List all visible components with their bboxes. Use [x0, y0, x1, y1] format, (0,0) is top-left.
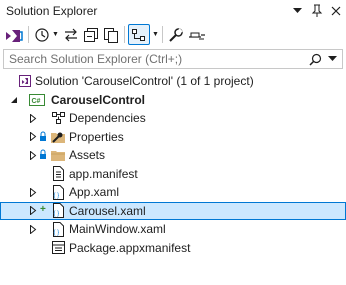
toolbar-separator	[28, 26, 29, 43]
tree-item-label: Carousel.xaml	[69, 203, 146, 218]
search-icons	[309, 53, 342, 66]
svg-text:{ }: { }	[54, 193, 60, 199]
xaml-file-icon: { }	[50, 203, 66, 219]
dropdown-menu-button[interactable]	[289, 2, 306, 19]
title-bar: Solution Explorer	[0, 0, 346, 22]
svg-text:{ }: { }	[54, 211, 60, 217]
dependencies-icon	[50, 110, 66, 126]
tree-item-label: MainWindow.xaml	[69, 222, 166, 237]
chevron-down-icon[interactable]	[328, 56, 337, 62]
pending-changes-button[interactable]	[186, 24, 208, 45]
lock-icon	[39, 149, 47, 163]
appxmanifest-file-icon	[50, 240, 66, 256]
search-box	[3, 49, 343, 69]
switch-views-button[interactable]	[3, 24, 25, 45]
xaml-file-icon: { }	[50, 184, 66, 200]
collapsed-arrow-icon[interactable]	[28, 150, 38, 160]
tree-row-app-xaml[interactable]: { } App.xaml	[0, 183, 346, 202]
chevron-down-icon[interactable]: ▼	[152, 31, 159, 38]
tree-row-assets[interactable]: Assets	[0, 146, 346, 165]
pending-changes-icon	[188, 32, 205, 39]
xaml-file-icon: { }	[50, 221, 66, 237]
manifest-file-icon	[50, 166, 66, 182]
history-icon	[35, 27, 49, 42]
solution-explorer-panel: Solution Explorer ▼ ▼ Search Solution Ex…	[0, 0, 346, 285]
svg-text:{ }: { }	[54, 230, 60, 236]
close-icon	[331, 6, 340, 15]
collapse-all-button[interactable]	[81, 24, 101, 45]
toolbar-separator	[123, 26, 125, 43]
collapsed-arrow-icon[interactable]	[28, 224, 38, 234]
solution-tree: Solution 'CarouselControl' (1 of 1 proje…	[0, 72, 346, 257]
properties-wrench-icon	[169, 27, 183, 42]
collapsed-arrow-icon[interactable]	[28, 113, 38, 123]
chevron-down-icon	[293, 7, 302, 13]
tree-row-solution[interactable]: Solution 'CarouselControl' (1 of 1 proje…	[0, 72, 346, 91]
toolbar-separator	[161, 26, 163, 43]
history-button[interactable]: ▼	[32, 24, 61, 45]
show-all-files-button[interactable]	[101, 24, 121, 45]
tree-row-app-manifest[interactable]: app.manifest	[0, 165, 346, 184]
csharp-project-icon: C#	[29, 92, 45, 108]
tree-item-label: Package.appxmanifest	[69, 240, 191, 255]
collapsed-arrow-icon[interactable]	[28, 187, 38, 197]
pin-icon	[311, 4, 322, 17]
pin-button[interactable]	[308, 2, 325, 19]
tree-row-properties[interactable]: Properties	[0, 128, 346, 147]
tree-item-label: Dependencies	[69, 111, 146, 126]
close-button[interactable]	[327, 2, 344, 19]
preview-selected-icon	[131, 28, 145, 41]
window-title: Solution Explorer	[6, 4, 98, 18]
solution-label: Solution 'CarouselControl' (1 of 1 proje…	[35, 74, 254, 89]
toolbar: ▼ ▼	[0, 22, 346, 47]
tree-row-carousel-xaml[interactable]: + { } Carousel.xaml	[0, 201, 346, 220]
preview-selected-items-button[interactable]	[127, 24, 150, 45]
sync-button[interactable]	[61, 24, 81, 45]
collapsed-arrow-icon[interactable]	[28, 206, 38, 216]
project-label: CarouselControl	[51, 92, 146, 107]
tree-item-label: Properties	[69, 129, 124, 144]
solution-icon	[17, 73, 33, 89]
vs-switch-views-icon	[6, 29, 23, 42]
expanded-arrow-icon[interactable]	[9, 95, 19, 105]
title-buttons	[289, 2, 344, 20]
properties-button[interactable]	[166, 24, 186, 45]
added-plus-icon: +	[40, 203, 46, 215]
search-input[interactable]	[4, 50, 309, 68]
properties-folder-icon	[50, 129, 66, 145]
sync-icon	[64, 28, 77, 41]
chevron-down-icon: ▼	[52, 31, 59, 38]
tree-item-label: app.manifest	[69, 166, 138, 181]
show-all-files-icon	[103, 27, 118, 43]
tree-item-label: App.xaml	[69, 185, 120, 200]
search-icon[interactable]	[309, 53, 322, 66]
lock-icon	[39, 131, 47, 145]
tree-row-project[interactable]: C# CarouselControl	[0, 91, 346, 110]
collapse-all-icon	[83, 27, 98, 42]
svg-text:C#: C#	[32, 98, 41, 105]
tree-row-package-appxmanifest[interactable]: Package.appxmanifest	[0, 239, 346, 258]
collapsed-arrow-icon[interactable]	[28, 132, 38, 142]
tree-item-label: Assets	[69, 148, 106, 163]
tree-row-dependencies[interactable]: Dependencies	[0, 109, 346, 128]
tree-row-mainwindow-xaml[interactable]: { } MainWindow.xaml	[0, 220, 346, 239]
folder-icon	[50, 147, 66, 163]
